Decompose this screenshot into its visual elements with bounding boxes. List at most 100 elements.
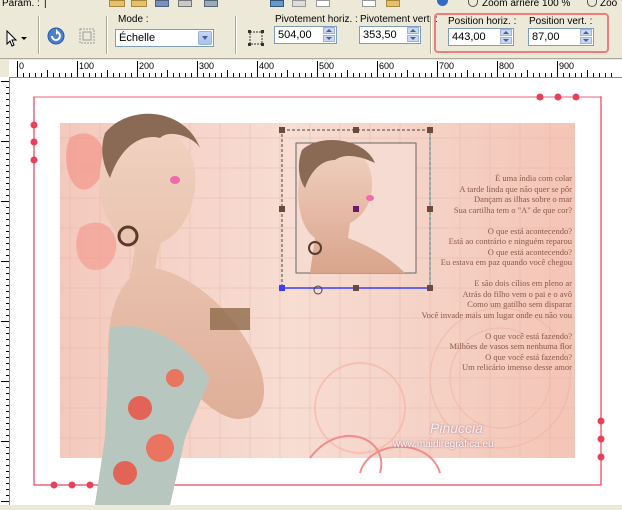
ruler-minor-tick xyxy=(6,165,9,166)
ruler-tick-label: 200 xyxy=(139,61,155,71)
chevron-down-icon[interactable] xyxy=(198,31,212,45)
preset-picker-button[interactable] xyxy=(2,28,30,48)
ruler-minor-tick xyxy=(6,219,9,220)
resize-handle[interactable] xyxy=(279,127,285,133)
ruler-minor-tick xyxy=(1,441,9,442)
zoom-label[interactable]: Zoo xyxy=(600,0,617,9)
ruler-minor-tick xyxy=(6,267,9,268)
undo-icon[interactable] xyxy=(270,0,284,7)
cut-icon[interactable] xyxy=(204,0,218,7)
image-canvas[interactable]: É uma índia com colar A tarde linda que n… xyxy=(10,78,622,505)
vertical-ruler[interactable] xyxy=(0,77,10,505)
pivot-v-spinner[interactable] xyxy=(406,27,420,43)
ruler-minor-tick xyxy=(71,73,72,77)
ruler-minor-tick xyxy=(83,73,84,77)
ruler-minor-tick xyxy=(6,189,9,190)
ruler-minor-tick xyxy=(6,405,9,406)
resize-handle[interactable] xyxy=(279,206,285,212)
ruler-minor-tick xyxy=(143,73,144,77)
new-icon[interactable] xyxy=(109,0,125,7)
ruler-minor-tick xyxy=(509,73,510,77)
ruler-minor-tick xyxy=(335,73,336,77)
zoom-out-icon[interactable] xyxy=(468,0,478,7)
ruler-minor-tick xyxy=(239,73,240,77)
apply-button[interactable] xyxy=(77,26,97,46)
toolbar-separator xyxy=(106,16,108,54)
zoom-out-label[interactable]: Zoom arrière 100 % xyxy=(482,0,570,9)
pivot-v-label: Pivotement vert. : xyxy=(360,14,438,25)
ruler-minor-tick xyxy=(287,70,288,77)
open-icon[interactable] xyxy=(131,0,147,7)
poem-line: Como um gatilho sem disparar xyxy=(467,299,572,309)
decor-dot xyxy=(597,453,605,461)
save-icon[interactable] xyxy=(155,0,169,7)
ruler-minor-tick xyxy=(521,73,522,77)
print-icon[interactable] xyxy=(178,0,192,7)
ruler-minor-tick xyxy=(533,73,534,77)
spin-down-icon[interactable] xyxy=(407,35,419,42)
browse-icon[interactable] xyxy=(386,0,400,7)
resize-handle[interactable] xyxy=(279,285,285,291)
ruler-minor-tick xyxy=(6,243,9,244)
poem-line: A tarde linda que não quer se pôr xyxy=(459,183,572,194)
poem-line: Sua cartilha tem o "A" de que cor? xyxy=(453,204,572,215)
resize-handle[interactable] xyxy=(353,127,359,133)
poem-line xyxy=(380,215,572,226)
ruler-minor-tick xyxy=(35,73,36,77)
ruler-minor-tick xyxy=(575,73,576,77)
poem-line: Dançam as ilhas sobre o mar xyxy=(474,194,572,204)
ruler-minor-tick xyxy=(6,417,9,418)
ruler-minor-tick xyxy=(365,73,366,77)
ruler-minor-tick xyxy=(6,393,9,394)
copy-icon[interactable] xyxy=(316,0,330,7)
resize-handle[interactable] xyxy=(427,127,433,133)
ruler-minor-tick xyxy=(413,73,414,77)
ruler-minor-tick xyxy=(6,357,9,358)
poem-line: Atrás do filho vem o pai e o avô xyxy=(462,288,572,299)
position-highlight xyxy=(434,13,609,53)
ruler-minor-tick xyxy=(6,435,9,436)
horizontal-ruler[interactable]: 0 100 200 300 400 500 600 700 800 900 xyxy=(9,60,622,78)
ruler-minor-tick xyxy=(131,73,132,77)
ruler-minor-tick xyxy=(6,291,9,292)
pivot-icon xyxy=(248,30,264,46)
decor-dot xyxy=(30,156,38,164)
paste-icon[interactable] xyxy=(362,0,376,7)
mode-select[interactable]: Échelle xyxy=(115,29,214,47)
spin-down-icon[interactable] xyxy=(323,35,335,42)
spin-up-icon[interactable] xyxy=(323,27,335,34)
ruler-minor-tick xyxy=(563,73,564,77)
ruler-minor-tick xyxy=(6,135,9,136)
ruler-minor-tick xyxy=(425,73,426,77)
poem-line: Está ao contrário e ninguém reparou xyxy=(448,236,572,246)
ruler-minor-tick xyxy=(6,123,9,124)
ruler-minor-tick xyxy=(329,73,330,77)
resize-handle[interactable] xyxy=(353,285,359,291)
ruler-minor-tick xyxy=(6,351,9,352)
pivot-h-spinner[interactable] xyxy=(322,27,336,43)
redo-icon[interactable] xyxy=(292,0,306,7)
ruler-minor-tick xyxy=(6,159,9,160)
ruler-minor-tick xyxy=(443,73,444,77)
pivot-point[interactable] xyxy=(353,206,359,212)
ruler-minor-tick xyxy=(6,399,9,400)
ruler-tick xyxy=(197,61,198,77)
reset-button[interactable] xyxy=(46,26,66,46)
reset-icon xyxy=(47,27,65,45)
zoom-in-icon[interactable] xyxy=(587,0,597,7)
info-icon[interactable] xyxy=(437,0,448,6)
toolbar-separator xyxy=(430,16,432,54)
pivot-button[interactable] xyxy=(246,28,266,48)
ruler-tick xyxy=(377,61,378,77)
ruler-minor-tick xyxy=(6,453,9,454)
ruler-minor-tick xyxy=(539,73,540,77)
ruler-minor-tick xyxy=(6,489,9,490)
pivot-v-field[interactable]: 353,50 xyxy=(359,26,421,44)
spin-up-icon[interactable] xyxy=(407,27,419,34)
ruler-tick xyxy=(137,61,138,77)
poem-line: O que você está fazendo? xyxy=(485,351,572,362)
pivot-h-field[interactable]: 504,00 xyxy=(274,26,337,44)
ruler-minor-tick xyxy=(89,73,90,77)
ruler-minor-tick xyxy=(401,73,402,77)
transform-grid-icon xyxy=(79,28,95,44)
